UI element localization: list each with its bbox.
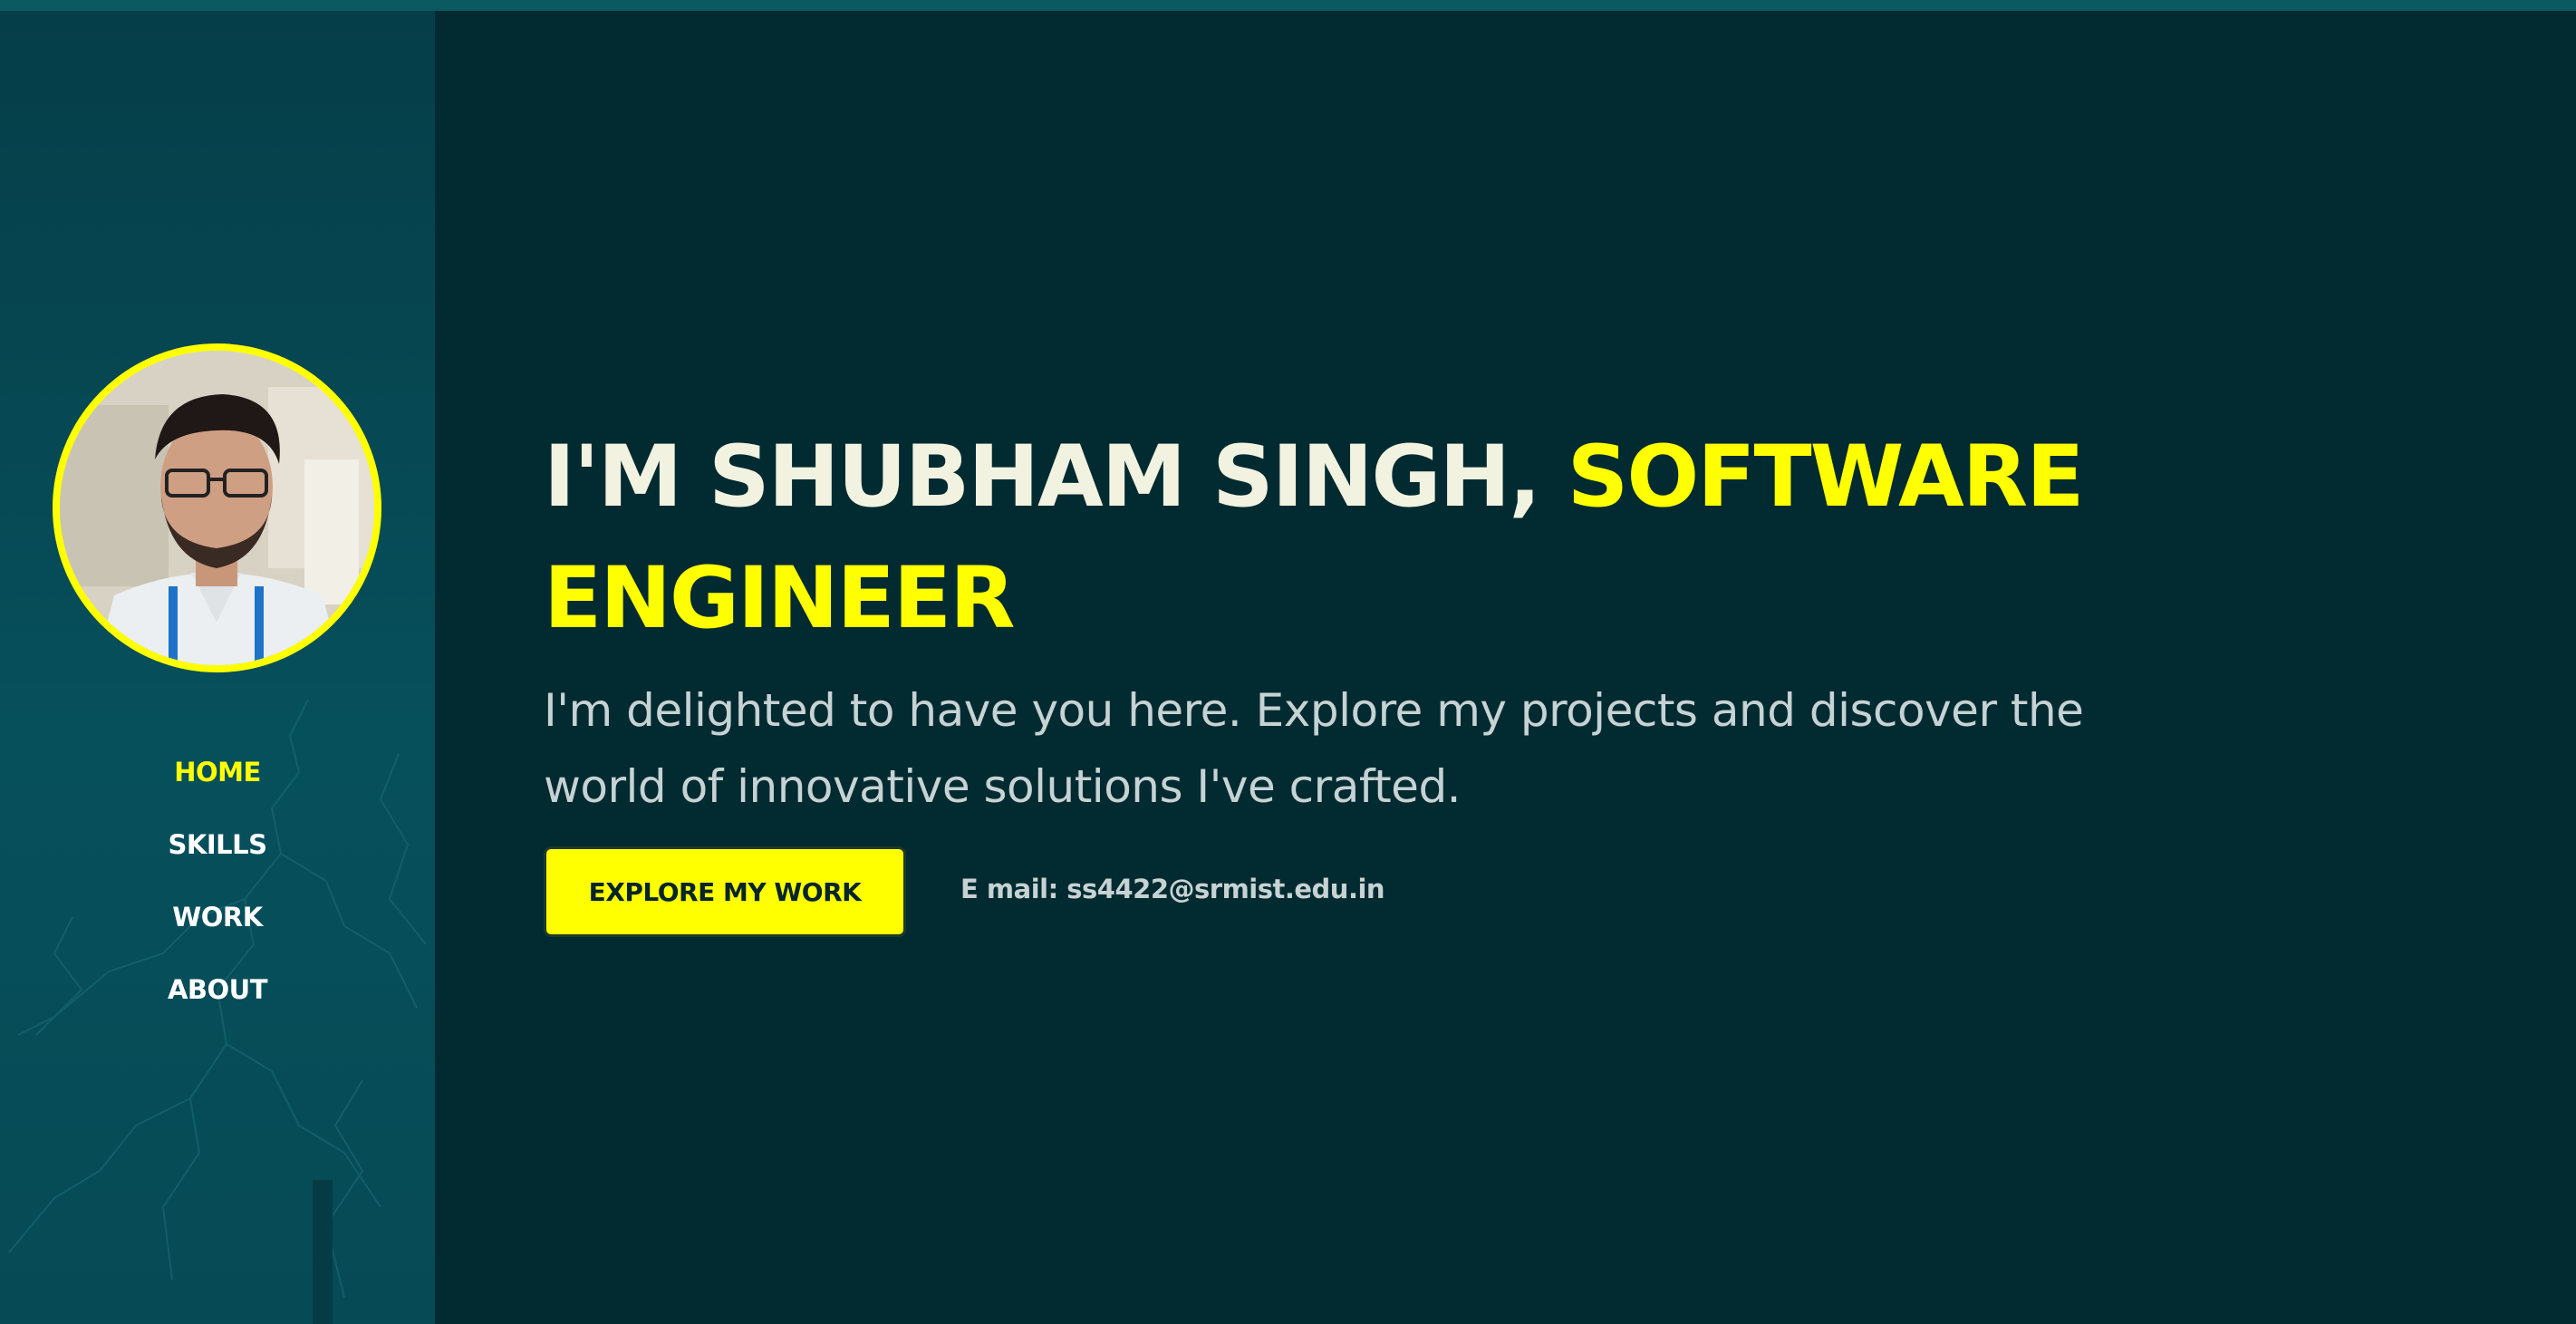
headline-name: I'M SHUBHAM SINGH, [544, 428, 1568, 527]
nav-item-home[interactable]: HOME [0, 736, 435, 808]
nav-item-about[interactable]: ABOUT [0, 953, 435, 1026]
hero-intro-text: I'm delighted to have you here. Explore … [544, 684, 2084, 813]
main-content: I'M SHUBHAM SINGH, SOFTWARE ENGINEER I'm… [435, 11, 2576, 1324]
explore-my-work-button[interactable]: EXPLORE MY WORK [544, 846, 906, 937]
profile-avatar [53, 343, 381, 672]
hero-headline: I'M SHUBHAM SINGH, SOFTWARE ENGINEER [544, 417, 2356, 660]
email-contact: E mail: ss4422@srmist.edu.in [960, 874, 1385, 904]
sidebar: HOME SKILLS WORK ABOUT [0, 11, 435, 1324]
sidebar-nav: HOME SKILLS WORK ABOUT [0, 736, 435, 1026]
nav-item-skills[interactable]: SKILLS [0, 808, 435, 881]
profile-photo [60, 351, 374, 665]
top-border [0, 0, 2576, 11]
nav-item-work[interactable]: WORK [0, 881, 435, 953]
